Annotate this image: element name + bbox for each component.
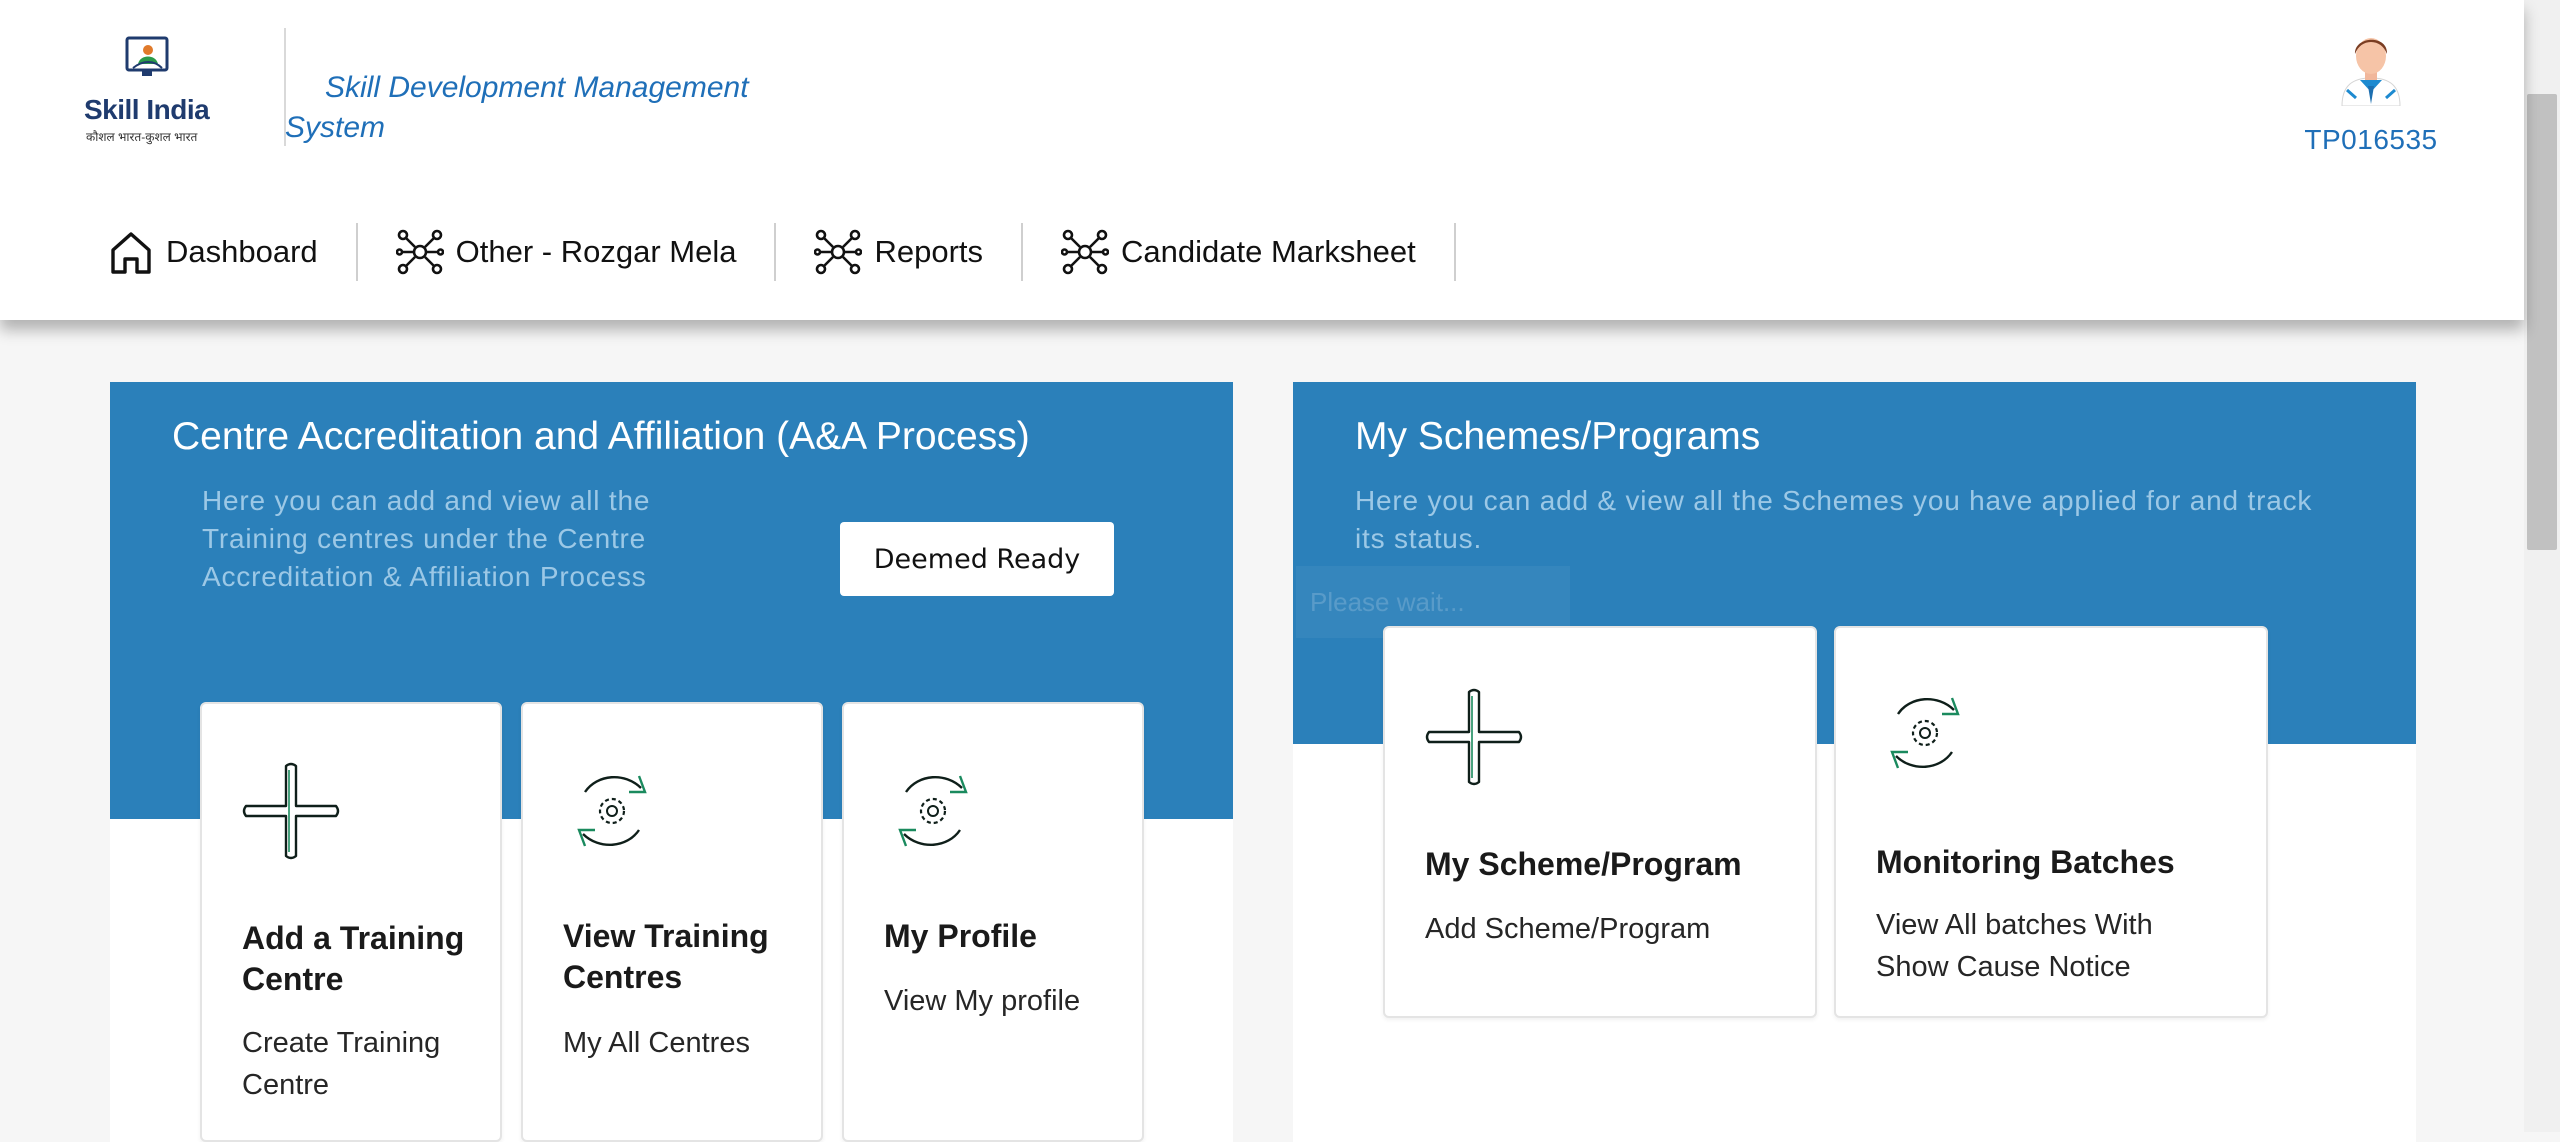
top-header: Skill India कौशल भारत-कुशल भारत Skill De… [0, 0, 2524, 320]
card-subtitle: Add Scheme/Program [1425, 913, 1711, 945]
nav-item-reports[interactable]: Reports [776, 222, 1021, 282]
user-avatar[interactable] [2338, 28, 2404, 107]
card-title: My Scheme/Program [1425, 846, 1742, 882]
plus-icon [242, 762, 340, 860]
nav-divider [1453, 223, 1456, 281]
schemes-panel: My Schemes/Programs Here you can add & v… [1293, 382, 2416, 1142]
nav-item-rozgar-mela[interactable]: Other - Rozgar Mela [358, 222, 775, 282]
card-subtitle: View My profile [884, 985, 1081, 1017]
network-icon [1061, 229, 1110, 275]
gear-refresh-icon [577, 775, 647, 847]
accreditation-panel: Centre Accreditation and Affiliation (A&… [110, 382, 1233, 1142]
card-title: Add a Training Centre [242, 920, 465, 997]
main-nav: Dashboard Other - Rozgar Mela Reports Ca… [108, 220, 1456, 284]
nav-label-dashboard: Dashboard [166, 234, 318, 269]
network-icon [395, 229, 444, 275]
card-subtitle: My All Centres [563, 1027, 750, 1059]
card-subtitle: View All batches With Show Cause Notice [1876, 909, 2153, 983]
card-add-training-centre[interactable]: Add a Training Centre Create Training Ce… [200, 702, 502, 1142]
card-title: Monitoring Batches [1876, 844, 2175, 880]
schemes-title: My Schemes/Programs [1355, 415, 1761, 458]
card-my-scheme-program[interactable]: My Scheme/Program Add Scheme/Program [1383, 626, 1817, 1018]
schemes-description: Here you can add & view all the Schemes … [1355, 485, 2313, 554]
loading-overlay: Please wait... [1296, 566, 1570, 638]
gear-refresh-icon [1890, 697, 1960, 769]
accreditation-description: Here you can add and view all the Traini… [202, 485, 651, 592]
user-id[interactable]: TP016535 [2300, 124, 2442, 156]
app-title: Skill Development Management System [285, 71, 749, 144]
nav-label-reports: Reports [874, 234, 984, 269]
accreditation-title: Centre Accreditation and Affiliation (A&… [172, 415, 1030, 458]
card-title: My Profile [884, 918, 1037, 954]
network-icon [814, 229, 863, 275]
gear-refresh-icon [898, 775, 968, 847]
plus-icon [1425, 688, 1523, 786]
card-title: View Training Centres [563, 918, 769, 995]
nav-label-candidate-marksheet: Candidate Marksheet [1121, 234, 1416, 269]
logo-tagline: कौशल भारत-कुशल भारत [86, 130, 198, 144]
card-view-training-centres[interactable]: View Training Centres My All Centres [521, 702, 823, 1142]
nav-item-candidate-marksheet[interactable]: Candidate Marksheet [1023, 222, 1454, 282]
page-scrollbar-thumb[interactable] [2527, 94, 2557, 550]
card-subtitle: Create Training Centre [242, 1027, 441, 1101]
card-monitoring-batches[interactable]: Monitoring Batches View All batches With… [1834, 626, 2268, 1018]
logo-text: Skill India [84, 94, 210, 125]
deemed-ready-button[interactable]: Deemed Ready [840, 522, 1114, 596]
card-my-profile[interactable]: My Profile View My profile [842, 702, 1144, 1142]
nav-label-rozgar-mela: Other - Rozgar Mela [455, 234, 737, 269]
nav-item-dashboard[interactable]: Dashboard [108, 222, 356, 282]
home-icon [111, 232, 151, 274]
